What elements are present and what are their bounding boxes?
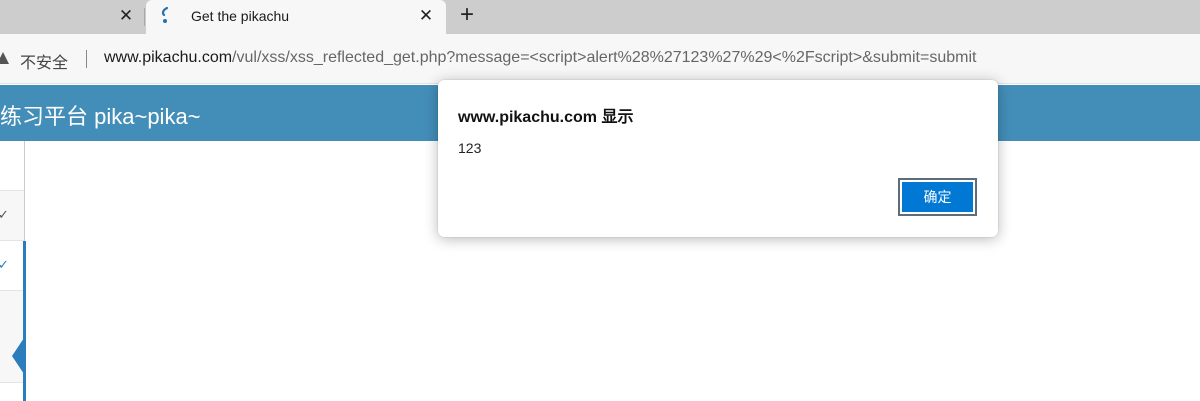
pikachu-favicon-icon (158, 6, 172, 25)
sidebar-item[interactable] (0, 141, 24, 191)
sidebar-arrow-icon (12, 338, 24, 374)
close-tab-icon[interactable]: ✕ (116, 6, 136, 26)
tab-previous[interactable]: ✕ (0, 0, 145, 34)
alert-message: 123 (458, 140, 482, 156)
close-tab-icon[interactable]: ✕ (416, 6, 436, 26)
new-tab-button[interactable]: + (455, 3, 479, 28)
tab-title: Get the pikachu (191, 8, 290, 24)
security-label[interactable]: 不安全 (20, 49, 68, 73)
tab-active[interactable]: Get the pikachu ✕ (146, 0, 446, 34)
address-bar[interactable]: 不安全 www.pikachu.com/vul/xss/xss_reflecte… (0, 34, 1200, 84)
sidebar-active-indicator (23, 241, 26, 401)
url-path: /vul/xss/xss_reflected_get.php?message=<… (232, 49, 977, 66)
alert-dialog: www.pikachu.com 显示 123 确定 (438, 80, 998, 237)
sidebar-item[interactable]: ✓ (0, 191, 24, 241)
tab-strip: ✕ Get the pikachu ✕ + (0, 0, 1200, 34)
alert-title: www.pikachu.com 显示 (458, 109, 634, 126)
warning-triangle-icon[interactable] (0, 51, 10, 65)
url-host: www.pikachu.com (104, 49, 233, 66)
address-divider (86, 50, 87, 68)
ok-button-label: 确定 (902, 182, 973, 212)
check-icon: ✓ (0, 207, 9, 222)
check-icon: ✓ (0, 257, 9, 272)
tab-separator (144, 8, 145, 26)
sidebar-item-active[interactable]: ✓ (0, 241, 24, 291)
url-field[interactable]: www.pikachu.com/vul/xss/xss_reflected_ge… (104, 49, 976, 67)
site-brand[interactable]: 练习平台 pika~pika~ (0, 99, 201, 131)
sidebar: ✓ ✓ (0, 141, 26, 401)
ok-button[interactable]: 确定 (898, 178, 977, 216)
